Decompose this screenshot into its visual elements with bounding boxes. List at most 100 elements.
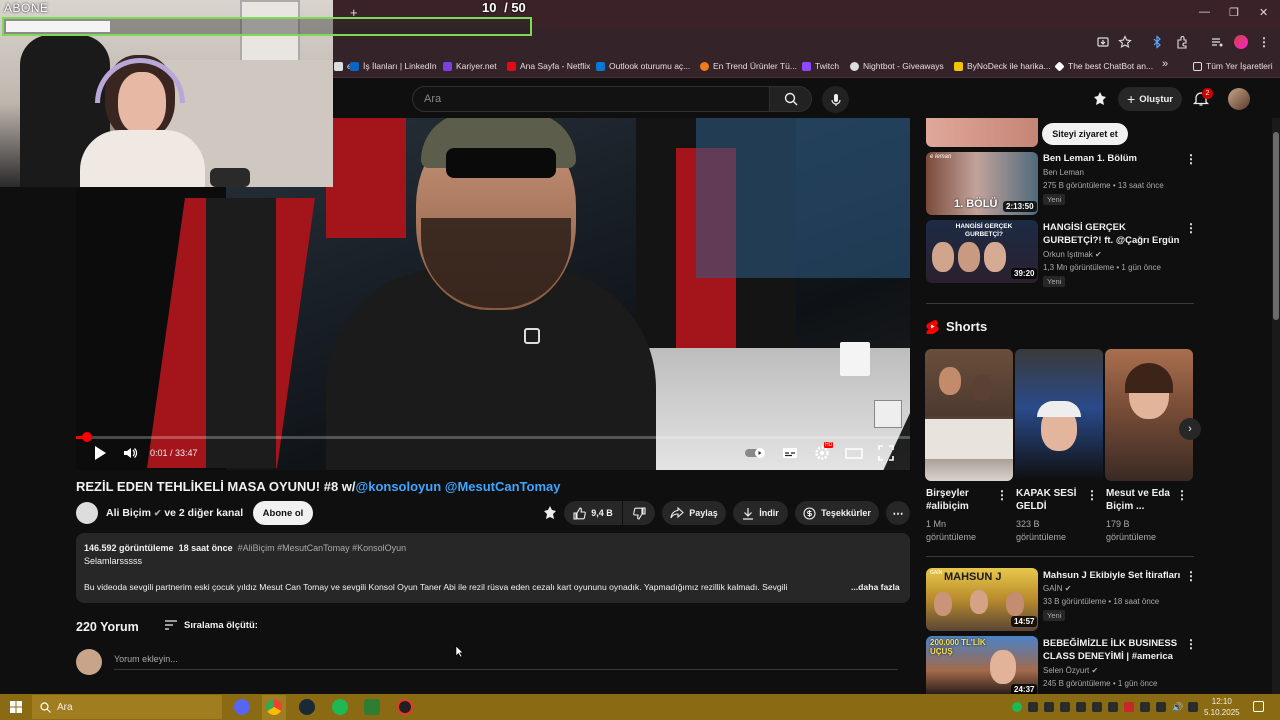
short-thumbnail[interactable] [1015, 349, 1103, 481]
tray-icon[interactable] [1156, 702, 1166, 712]
bookmark-star-icon[interactable] [1118, 35, 1132, 49]
bookmarks-more-button[interactable]: » [1162, 58, 1168, 70]
page-scrollbar-thumb[interactable] [1273, 132, 1279, 320]
more-actions-button[interactable]: ⋯ [886, 501, 910, 525]
rec-video-title[interactable]: Mahsun J Ekibiyle Set İtirafları [1043, 569, 1183, 582]
rec-menu-button[interactable]: ⋮ [1185, 152, 1197, 166]
voice-search-button[interactable] [822, 86, 849, 113]
description-hashtags[interactable]: #AliBiçim #MesutCanTomay #KonsolOyun [238, 543, 407, 553]
rec-video-title[interactable]: Ben Leman 1. Bölüm [1043, 152, 1183, 165]
spotify-icon[interactable] [332, 699, 348, 715]
rec-video-title[interactable]: HANGİSİ GERÇEK GURBETÇİ?! ft. @Çağrı Erg… [1043, 221, 1183, 247]
calendar-app-icon[interactable] [364, 699, 380, 715]
minimize-icon[interactable]: — [1199, 6, 1210, 18]
tray-icon[interactable] [1124, 702, 1134, 712]
rec-menu-button[interactable]: ⋮ [1185, 569, 1197, 583]
extension-action-button[interactable] [542, 505, 558, 521]
search-input[interactable]: Ara [412, 86, 770, 112]
rec-channel-name[interactable]: Orkun Işıtmak ✔ [1043, 250, 1102, 259]
bookmark-kariyer[interactable]: Kariyer.net [443, 61, 497, 71]
all-bookmarks-button[interactable]: Tüm Yer İşaretleri [1193, 61, 1273, 71]
rec-menu-button[interactable]: ⋮ [1185, 637, 1197, 651]
dislike-button[interactable] [623, 501, 655, 525]
thanks-button[interactable]: Teşekkürler [795, 501, 879, 525]
youtube-extension-button[interactable] [1092, 91, 1108, 107]
like-button[interactable]: 9,4 B [564, 501, 622, 525]
visit-site-button[interactable]: Siteyi ziyaret et [1042, 123, 1128, 145]
progress-bar[interactable] [76, 436, 910, 439]
obs-icon[interactable] [397, 699, 413, 715]
browser-menu-icon[interactable]: ⋮ [1258, 35, 1272, 49]
steam-icon[interactable] [299, 699, 315, 715]
notification-center-icon[interactable] [1253, 701, 1264, 712]
volume-tray-icon[interactable]: 🔊 [1172, 702, 1183, 712]
bookmark-netflix[interactable]: Ana Sayfa - Netflix [507, 61, 590, 71]
bookmark-chatbot[interactable]: The best ChatBot an... [1054, 60, 1153, 72]
short-menu-button[interactable]: ⋮ [1086, 488, 1098, 502]
bookmark-trendyol[interactable]: En Trend Ürünler Tü... [700, 61, 797, 71]
chrome-icon[interactable] [266, 699, 282, 715]
short-thumbnail[interactable] [925, 349, 1013, 481]
channel-name[interactable]: Ali Biçim ✔ ve 2 diğer kanal [106, 507, 243, 519]
description-more-link[interactable]: ...daha fazla [851, 582, 900, 592]
extension-bluetooth-icon[interactable] [1150, 35, 1164, 49]
profile-avatar-icon[interactable] [1234, 35, 1248, 49]
bookmark-twitch[interactable]: Twitch [802, 61, 839, 71]
discord-icon[interactable] [234, 699, 250, 715]
short-title[interactable]: Mesut ve Eda Biçim ... [1106, 487, 1180, 513]
network-tray-icon[interactable] [1188, 702, 1198, 712]
bookmark-bynodeck[interactable]: ByNoDeck ile harika... [954, 61, 1051, 71]
media-controls-icon[interactable] [1210, 35, 1224, 49]
taskbar-clock[interactable]: 12:10 5.10.2025 [1204, 696, 1240, 718]
rec-menu-button[interactable]: ⋮ [1185, 221, 1197, 235]
tray-icon[interactable] [1044, 702, 1054, 712]
volume-button[interactable] [122, 445, 138, 461]
taskbar-search[interactable]: Ara [32, 695, 222, 719]
channel-avatar[interactable] [76, 502, 98, 524]
tray-icon[interactable] [1140, 702, 1150, 712]
short-title[interactable]: KAPAK SESİ GELDİ [1016, 487, 1090, 513]
close-window-icon[interactable]: ✕ [1259, 6, 1268, 19]
bookmark-linkedin[interactable]: İş İlanları | LinkedIn [350, 61, 437, 71]
tray-icon[interactable] [1108, 702, 1118, 712]
comment-input[interactable]: Yorum ekleyin... [114, 654, 898, 670]
bookmark-outlook[interactable]: Outlook oturumu aç... [596, 61, 690, 71]
shorts-next-button[interactable]: › [1179, 418, 1201, 440]
rec-channel-name[interactable]: Selen Özyurt ✔ [1043, 666, 1098, 675]
sort-icon[interactable] [164, 619, 178, 631]
autoplay-toggle[interactable] [745, 447, 769, 459]
fullscreen-button[interactable] [878, 445, 894, 461]
tray-icon[interactable] [1092, 702, 1102, 712]
extensions-icon[interactable] [1175, 35, 1189, 49]
bookmark-nightbot[interactable]: Nightbot - Giveaways [850, 61, 944, 71]
subscribe-button[interactable]: Abone ol [253, 501, 313, 525]
create-button[interactable]: + Oluştur [1118, 87, 1182, 111]
sort-button[interactable]: Sıralama ölçütü: [184, 620, 258, 631]
start-button[interactable] [10, 701, 22, 713]
install-app-icon[interactable] [1096, 35, 1110, 49]
rec-channel-name[interactable]: GAİN ✔ [1043, 584, 1072, 593]
title-mentions-link[interactable]: @konsoloyun @MesutCanTomay [356, 479, 561, 494]
tray-icon[interactable] [1028, 702, 1038, 712]
download-button[interactable]: İndir [733, 501, 788, 525]
spotify-tray-icon[interactable] [1012, 702, 1022, 712]
rec-channel-name[interactable]: Ben Leman [1043, 168, 1084, 177]
settings-button[interactable]: HD [814, 442, 834, 461]
short-menu-button[interactable]: ⋮ [1176, 488, 1188, 502]
account-avatar[interactable] [1228, 88, 1250, 110]
short-title[interactable]: Birşeyler #alibiçim [926, 487, 1000, 513]
rec-video-title[interactable]: BEBEĞİMİZLE İLK BUSINESS CLASS DENEYİMİ … [1043, 637, 1183, 663]
share-button[interactable]: Paylaş [662, 501, 726, 525]
time-display: 0:01 / 33:47 [150, 448, 198, 458]
search-button[interactable] [770, 86, 812, 112]
play-button[interactable] [93, 445, 107, 461]
ad-thumbnail[interactable] [926, 118, 1038, 147]
restore-icon[interactable]: ❐ [1229, 6, 1239, 19]
progress-scrubber[interactable] [82, 432, 92, 442]
subtitles-button[interactable] [782, 445, 798, 461]
theater-mode-button[interactable] [845, 445, 863, 461]
tray-icon[interactable] [1060, 702, 1070, 712]
short-thumbnail[interactable] [1105, 349, 1193, 481]
short-menu-button[interactable]: ⋮ [996, 488, 1008, 502]
tray-icon[interactable] [1076, 702, 1086, 712]
